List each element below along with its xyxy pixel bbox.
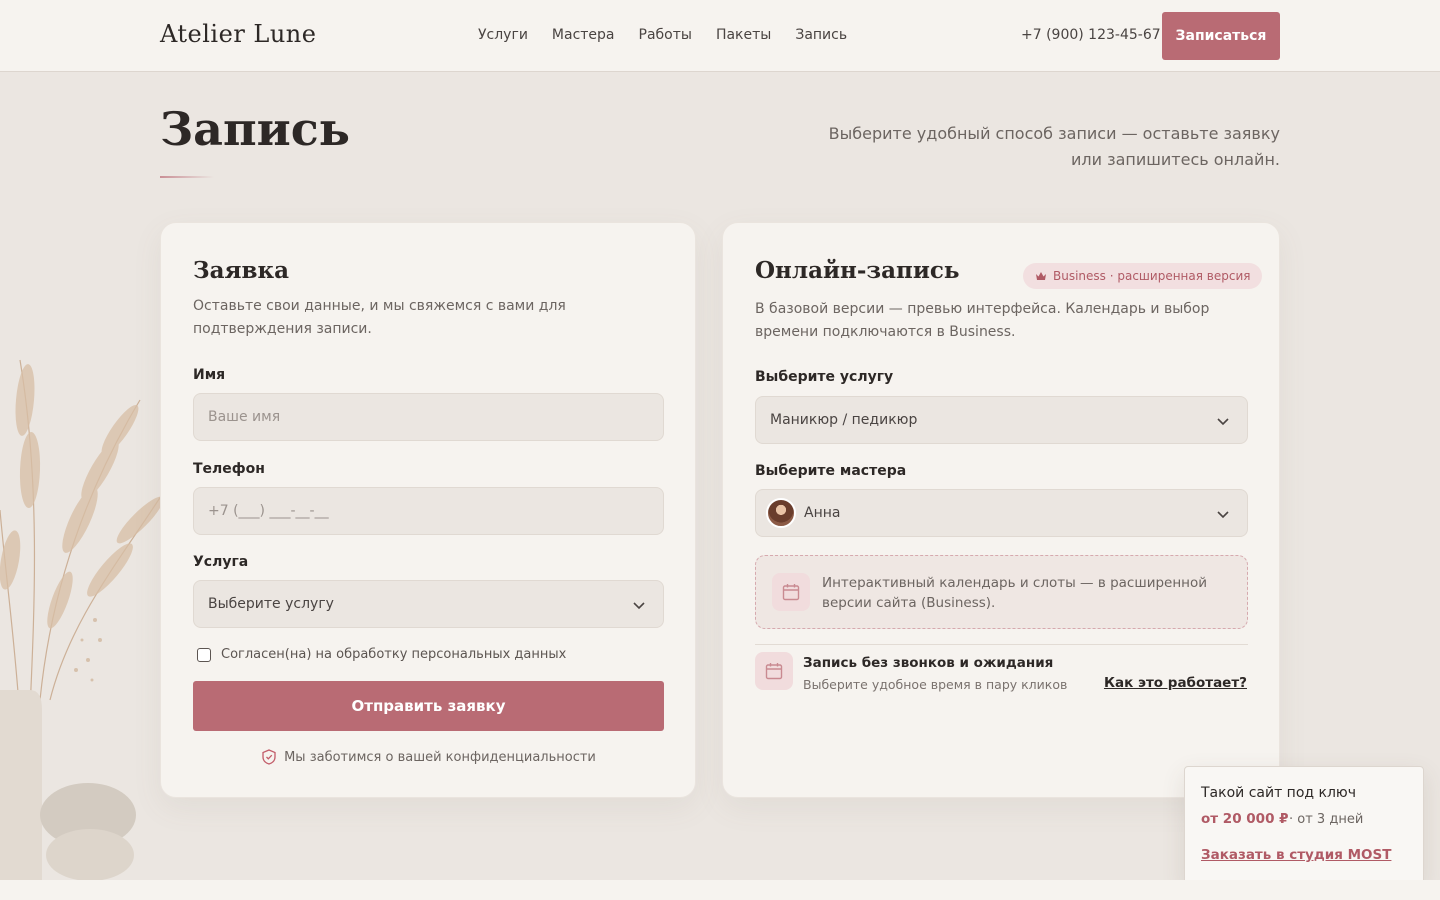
divider: [755, 644, 1248, 645]
online-booking-card: Онлайн-запись Business · расширенная вер…: [722, 222, 1280, 798]
phone-label: Телефон: [193, 461, 265, 477]
promo-popup: Такой сайт под ключ от 20 000 ₽ · от 3 д…: [1184, 766, 1424, 884]
request-form-title: Заявка: [193, 257, 289, 284]
request-form-description: Оставьте свои данные, и мы свяжемся с ва…: [193, 298, 566, 337]
online-booking-title: Онлайн-запись: [755, 257, 960, 284]
promo-time: · от 3 дней: [1289, 812, 1364, 827]
master-avatar: [766, 498, 796, 528]
online-booking-description: В базовой версии — превью интерфейса. Ка…: [755, 301, 1210, 340]
title-underline: [160, 176, 214, 178]
calendar-notice-text: Интерактивный календарь и слоты — в расш…: [822, 575, 1208, 611]
how-it-works-link[interactable]: Как это работает?: [1104, 675, 1247, 691]
page-title: Запись: [160, 102, 350, 156]
site-header: Atelier Lune Услуги Мастера Работы Пакет…: [0, 0, 1440, 72]
booking-service-value: Маникюр / педикюр: [770, 412, 918, 428]
shield-check-icon: [262, 749, 276, 765]
promo-price: от 20 000 ₽: [1201, 811, 1289, 827]
decorative-plant-image: [0, 359, 166, 880]
chevron-down-icon: [1217, 511, 1229, 519]
consent-row: Согласен(на) на обработку персональных д…: [197, 647, 566, 662]
master-select-value: Анна: [804, 505, 841, 521]
main-nav: Услуги Мастера Работы Пакеты Запись: [478, 27, 847, 43]
promo-title: Такой сайт под ключ: [1201, 785, 1356, 801]
business-badge-text: Business · расширенная версия: [1053, 269, 1251, 283]
footer-strip: [0, 880, 1440, 900]
booking-service-label: Выберите услугу: [755, 369, 894, 385]
service-select-value: Выберите услугу: [208, 596, 334, 612]
consent-label[interactable]: Согласен(на) на обработку персональных д…: [221, 647, 566, 662]
nav-item-packages[interactable]: Пакеты: [716, 27, 771, 43]
page-subtitle: Выберите удобный способ записи — оставьт…: [828, 124, 1280, 169]
logo[interactable]: Atelier Lune: [160, 20, 316, 48]
phone-input[interactable]: [208, 503, 649, 519]
nav-item-works[interactable]: Работы: [639, 27, 692, 43]
consent-checkbox[interactable]: [197, 647, 211, 662]
service-select[interactable]: Выберите услугу: [193, 580, 664, 628]
chevron-down-icon: [633, 602, 645, 610]
phone-field: [193, 487, 664, 535]
master-label: Выберите мастера: [755, 463, 907, 479]
calendar-notice: Интерактивный календарь и слоты — в расш…: [755, 555, 1248, 629]
chevron-down-icon: [1217, 418, 1229, 426]
master-select[interactable]: Анна: [755, 489, 1248, 537]
promo-order-link[interactable]: Заказать в студия MOST: [1201, 847, 1391, 863]
nav-item-booking[interactable]: Запись: [795, 27, 847, 43]
calendar-icon: [755, 652, 793, 690]
request-form-card: Заявка Оставьте свои данные, и мы свяжем…: [160, 222, 696, 798]
submit-request-button[interactable]: Отправить заявку: [193, 681, 664, 731]
name-input[interactable]: [208, 409, 649, 425]
name-field: [193, 393, 664, 441]
feature-title: Запись без звонков и ожидания: [803, 655, 1054, 671]
booking-service-select[interactable]: Маникюр / педикюр: [755, 396, 1248, 444]
name-label: Имя: [193, 367, 226, 383]
header-phone[interactable]: +7 (900) 123-45-67: [1021, 27, 1161, 43]
feature-subtitle: Выберите удобное время в пару кликов: [803, 677, 1068, 692]
privacy-note: Мы заботимся о вашей конфиденциальности: [161, 749, 697, 765]
calendar-icon: [772, 573, 810, 611]
nav-item-services[interactable]: Услуги: [478, 27, 528, 43]
service-label: Услуга: [193, 554, 249, 570]
nav-item-masters[interactable]: Мастера: [552, 27, 615, 43]
privacy-text: Мы заботимся о вашей конфиденциальности: [284, 749, 596, 765]
business-badge: Business · расширенная версия: [1023, 263, 1263, 289]
header-signup-button[interactable]: Записаться: [1162, 12, 1280, 60]
crown-icon: [1036, 272, 1046, 280]
